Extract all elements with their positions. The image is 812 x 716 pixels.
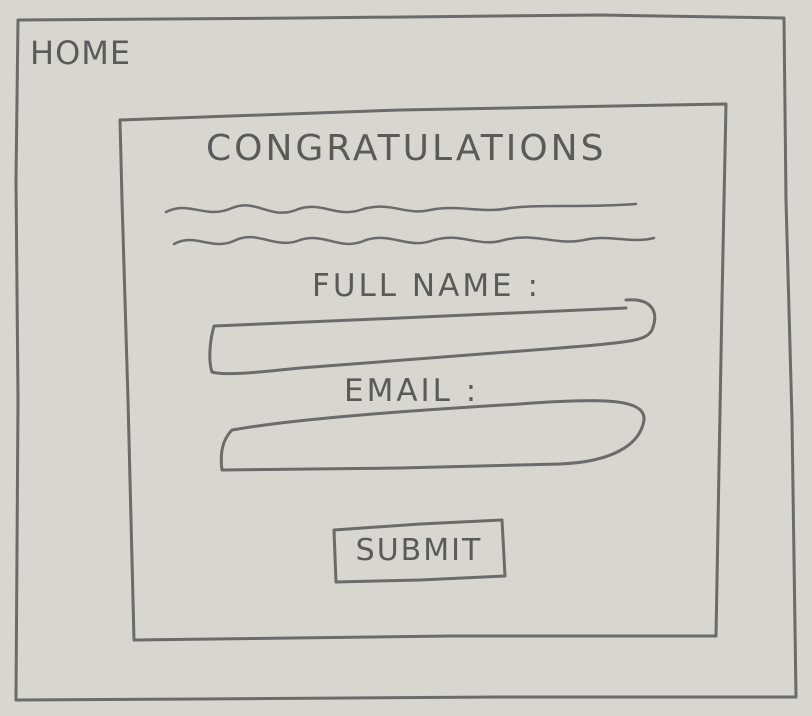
home-nav-link[interactable]: HOME [30, 34, 131, 72]
full-name-input[interactable] [216, 314, 646, 372]
submit-button[interactable]: SUBMIT [333, 521, 505, 580]
full-name-label: FULL NAME : [312, 268, 541, 304]
placeholder-text-line [164, 202, 638, 214]
placeholder-text-line [172, 235, 656, 246]
dialog-title: CONGRATULATIONS [206, 128, 607, 169]
email-input[interactable] [226, 402, 638, 462]
